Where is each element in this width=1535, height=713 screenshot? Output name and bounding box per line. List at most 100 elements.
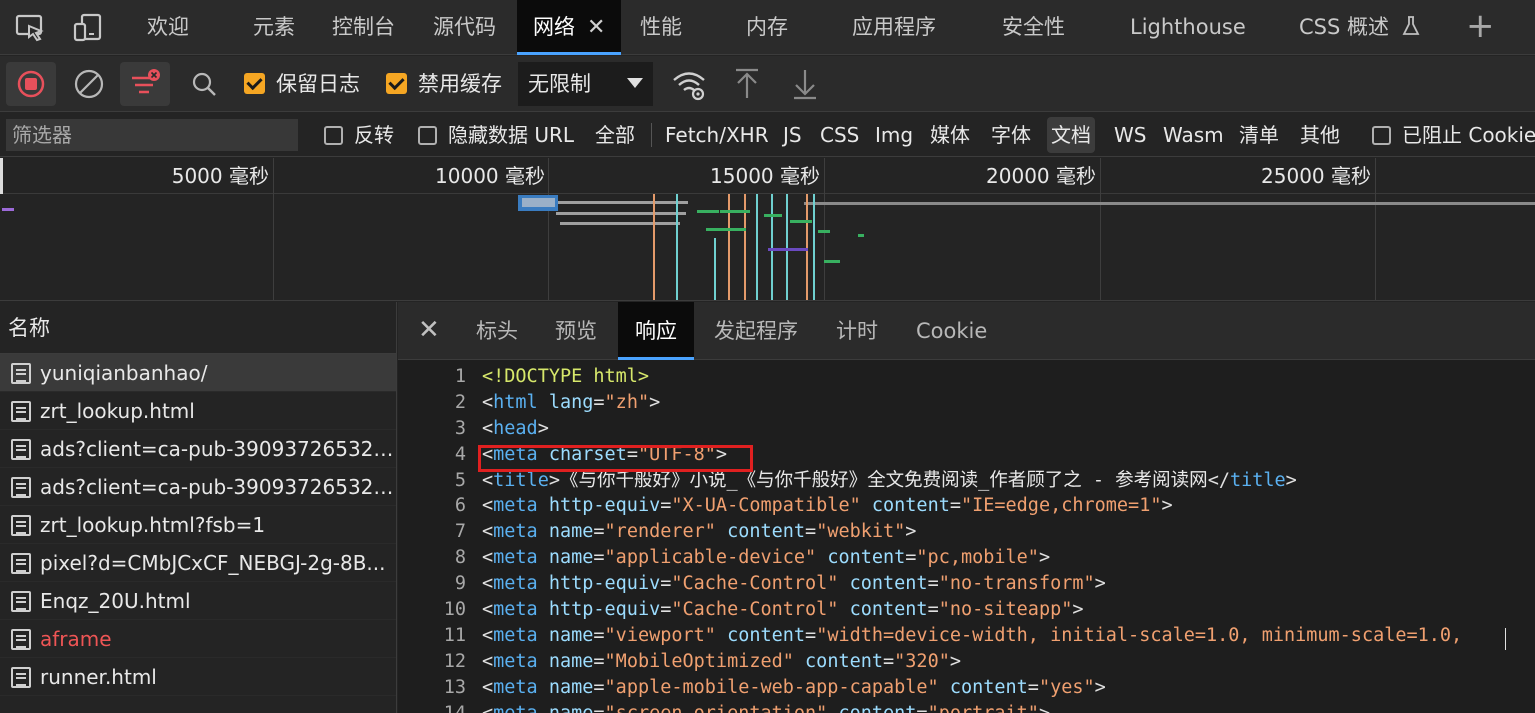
tab-console[interactable]: 控制台	[332, 0, 395, 55]
disable-cache-checkbox[interactable]	[386, 73, 407, 94]
request-row[interactable]: zrt_lookup.html	[0, 392, 396, 430]
tab-security[interactable]: 安全性	[1002, 0, 1065, 55]
inspect-element-icon[interactable]	[14, 12, 46, 44]
tab-performance[interactable]: 性能	[640, 0, 682, 55]
tab-headers[interactable]: 标头	[476, 302, 518, 360]
line-number: 10	[443, 599, 466, 621]
request-row[interactable]: runner.html	[0, 658, 396, 696]
throttling-select[interactable]: 无限制	[518, 62, 653, 106]
filter-type-doc[interactable]: 文档	[1047, 117, 1095, 153]
tab-lighthouse[interactable]: Lighthouse	[1130, 0, 1246, 55]
code-token: html	[493, 391, 538, 413]
code-token: content	[838, 703, 916, 713]
add-tab-button[interactable]: +	[1466, 6, 1495, 46]
line-number: 14	[398, 701, 466, 713]
import-har-button[interactable]	[722, 62, 772, 106]
tab-css-overview[interactable]: CSS 概述	[1299, 0, 1420, 55]
tab-network[interactable]: 网络 ✕	[517, 0, 622, 55]
tab-preview[interactable]: 预览	[555, 302, 597, 360]
filter-toggle-button[interactable]	[120, 62, 170, 106]
request-row[interactable]: Enqz_20U.html	[0, 582, 396, 620]
tab-sources[interactable]: 源代码	[433, 0, 496, 55]
timeline-bar	[824, 260, 840, 263]
tab-response[interactable]: 响应	[618, 302, 694, 360]
code-token: meta	[493, 547, 538, 569]
record-button[interactable]	[6, 62, 56, 106]
code-token: "no-siteapp"	[938, 599, 1073, 621]
preserve-log-checkbox[interactable]	[244, 73, 265, 94]
chevron-down-icon	[627, 78, 643, 88]
filter-type-font[interactable]: 字体	[987, 117, 1035, 153]
code-line: 14<meta name="screen-orientation" conten…	[398, 701, 1535, 713]
filter-type-img[interactable]: Img	[871, 117, 917, 153]
throttling-value: 无限制	[528, 72, 591, 96]
filter-type-wasm[interactable]: Wasm	[1159, 117, 1228, 153]
code-token: name	[548, 521, 594, 543]
network-conditions-button[interactable]	[664, 62, 714, 106]
tab-memory[interactable]: 内存	[746, 0, 788, 55]
code-token: >	[949, 650, 961, 672]
request-row[interactable]: aframe	[0, 620, 396, 658]
code-token: "applicable-device"	[604, 547, 817, 569]
filter-type-ws[interactable]: WS	[1110, 117, 1150, 153]
request-list: 名称 yuniqianbanhao/ zrt_lookup.html ads?c…	[0, 302, 397, 713]
code-token: "MobileOptimized"	[604, 650, 794, 672]
tab-welcome[interactable]: 欢迎	[147, 0, 189, 55]
request-list-header[interactable]: 名称	[0, 302, 396, 354]
code-token: =	[660, 495, 672, 517]
code-line: 11 <meta name="viewport" content="width=d…	[398, 623, 1535, 649]
line-number: 5	[454, 469, 466, 491]
request-row[interactable]: ads?client=ca-pub-390937265325...	[0, 430, 396, 468]
invert-checkbox[interactable]	[324, 126, 343, 145]
tab-timing[interactable]: 计时	[836, 302, 878, 360]
code-token: "320"	[894, 650, 950, 672]
filter-input[interactable]	[6, 119, 298, 151]
code-token: =	[805, 624, 817, 646]
hide-data-urls-checkbox[interactable]	[418, 126, 437, 145]
filter-type-fetch-xhr[interactable]: Fetch/XHR	[661, 117, 773, 153]
close-icon[interactable]: ✕	[418, 316, 440, 344]
tab-cookies[interactable]: Cookie	[916, 302, 987, 360]
timeline-bar	[560, 222, 680, 225]
timeline-bar	[790, 220, 812, 223]
code-line: 2 <html lang="zh">	[398, 390, 1535, 416]
request-name: ads?client=ca-pub-390937265325...	[40, 475, 396, 499]
response-source-view[interactable]: 1 <!DOCTYPE html> 2 <html lang="zh"> 3 <head>…	[398, 364, 1535, 713]
request-row[interactable]: zrt_lookup.html?fsb=1	[0, 506, 396, 544]
blocked-cookies-label: 已阻止 Cookie	[1402, 123, 1535, 147]
close-tab-icon[interactable]: ✕	[587, 0, 605, 55]
tab-elements[interactable]: 元素	[253, 0, 295, 55]
code-token: "pc,mobile"	[916, 547, 1039, 569]
clear-button[interactable]	[64, 62, 114, 106]
filter-type-js[interactable]: JS	[779, 117, 806, 153]
request-row[interactable]: yuniqianbanhao/	[0, 354, 396, 392]
code-token: title	[1229, 469, 1286, 491]
code-token: =	[593, 703, 604, 713]
timeline-bar	[720, 210, 750, 213]
search-button[interactable]	[180, 62, 230, 106]
tab-application[interactable]: 应用程序	[852, 0, 936, 55]
code-token: name	[548, 650, 594, 672]
line-number: 3	[454, 417, 466, 439]
filter-type-all[interactable]: 全部	[591, 117, 639, 153]
device-toolbar-icon[interactable]	[72, 12, 104, 44]
request-row[interactable]: ads?client=ca-pub-390937265325...	[0, 468, 396, 506]
network-overview-timeline[interactable]: 5000 毫秒 10000 毫秒 15000 毫秒 20000 毫秒 25000…	[0, 158, 1535, 301]
filter-type-media[interactable]: 媒体	[926, 117, 974, 153]
code-token: =	[927, 573, 939, 595]
export-har-button[interactable]	[780, 62, 830, 106]
filter-type-css[interactable]: CSS	[816, 117, 863, 153]
code-token: </	[1207, 469, 1230, 491]
tab-initiator[interactable]: 发起程序	[714, 302, 798, 360]
filter-type-other[interactable]: 其他	[1296, 117, 1344, 153]
request-row[interactable]: pixel?d=CMbJCxCF_NEBGJ-2g-8B...	[0, 544, 396, 582]
code-token: content	[805, 650, 884, 672]
blocked-cookies-checkbox[interactable]	[1372, 126, 1391, 145]
filter-type-manifest[interactable]: 清单	[1235, 117, 1283, 153]
code-token: >	[1038, 547, 1051, 569]
